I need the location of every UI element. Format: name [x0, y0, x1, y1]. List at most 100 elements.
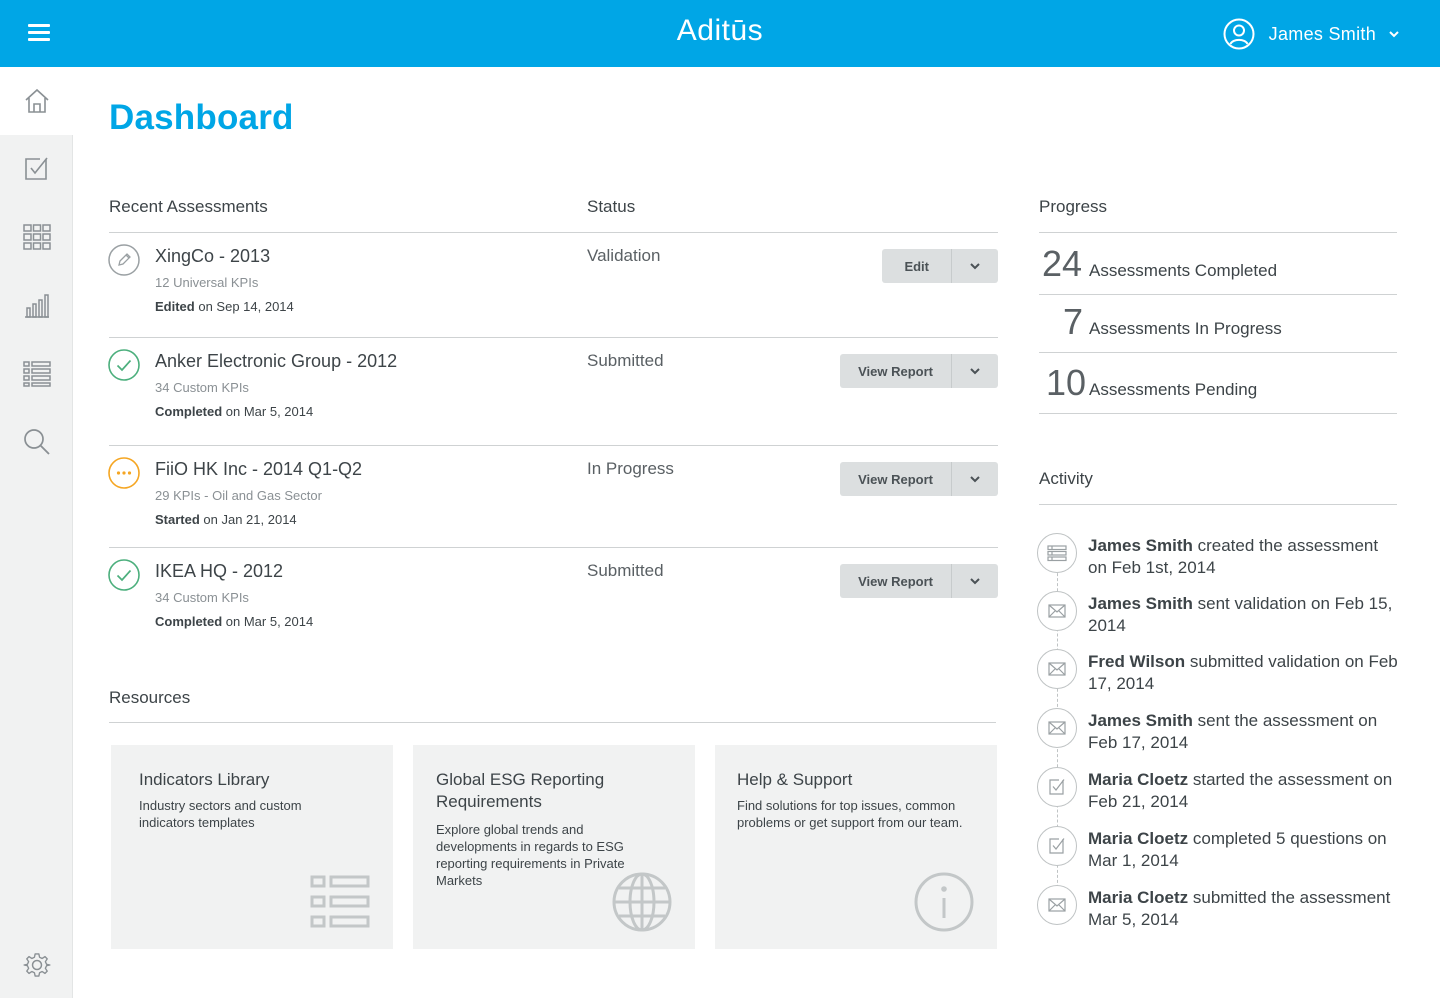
- actions-dropdown-button[interactable]: [952, 564, 998, 598]
- home-icon: [24, 88, 49, 113]
- divider: [109, 232, 998, 233]
- resource-title: Help & Support: [737, 770, 853, 789]
- activity-user[interactable]: Maria Cloetz: [1088, 888, 1188, 907]
- progress-item: 24 Assessments Completed: [1039, 237, 1397, 295]
- assessment-date: Completed on Mar 5, 2014: [155, 614, 313, 629]
- edit-button[interactable]: Edit: [882, 249, 952, 283]
- activity-text: James Smith sent validation on Feb 15, 2…: [1088, 593, 1398, 637]
- activity-user[interactable]: Maria Cloetz: [1088, 829, 1188, 848]
- envelope-icon: [1037, 885, 1077, 925]
- assessment-date: Edited on Sep 14, 2014: [155, 299, 294, 314]
- status-heading: Status: [587, 197, 636, 216]
- pencil-icon: [108, 244, 140, 276]
- activity-text: Maria Cloetz submitted the assessment Ma…: [1088, 887, 1398, 931]
- assessment-name[interactable]: Anker Electronic Group - 2012: [155, 351, 397, 372]
- assessment-kpis: 12 Universal KPIs: [155, 275, 259, 290]
- activity-user[interactable]: Fred Wilson: [1088, 652, 1185, 671]
- divider: [1039, 504, 1397, 505]
- assessment-date: Completed on Mar 5, 2014: [155, 404, 313, 419]
- divider: [109, 722, 996, 723]
- chevron-down-icon: [970, 476, 980, 483]
- user-name: James Smith: [1268, 23, 1376, 44]
- sidebar: [0, 67, 73, 998]
- check-circle-icon: [108, 349, 140, 381]
- actions-dropdown-button[interactable]: [952, 354, 998, 388]
- checkbox-icon: [24, 157, 48, 180]
- chevron-down-icon: [970, 578, 980, 585]
- assessment-row[interactable]: FiiO HK Inc - 2014 Q1-Q2 29 KPIs - Oil a…: [108, 457, 998, 537]
- gear-icon: [22, 953, 51, 977]
- actions-dropdown-button[interactable]: [952, 249, 998, 283]
- action-button-group: View Report: [840, 462, 998, 496]
- sidebar-item-settings[interactable]: [0, 931, 73, 999]
- assessment-kpis: 29 KPIs - Oil and Gas Sector: [155, 488, 322, 503]
- bar-chart-icon: [24, 294, 49, 318]
- sidebar-item-list[interactable]: [0, 339, 73, 407]
- sidebar-item-reports[interactable]: [0, 272, 73, 340]
- activity-heading: Activity: [1039, 469, 1093, 488]
- progress-heading: Progress: [1039, 197, 1108, 216]
- resource-card-indicators-library[interactable]: Indicators Library Industry sectors and …: [111, 745, 393, 949]
- assessment-status: Validation: [587, 246, 661, 265]
- date-value: on Sep 14, 2014: [194, 299, 294, 314]
- activity-user[interactable]: James Smith: [1088, 594, 1193, 613]
- view-report-button[interactable]: View Report: [840, 564, 952, 598]
- info-icon: [914, 872, 974, 932]
- activity-user[interactable]: James Smith: [1088, 536, 1193, 555]
- divider: [109, 337, 998, 338]
- list-icon: [1037, 533, 1077, 573]
- sidebar-item-home[interactable]: [0, 67, 73, 135]
- date-label: Edited: [155, 299, 195, 314]
- resources-heading: Resources: [109, 688, 191, 707]
- resource-description: Find solutions for top issues, common pr…: [737, 798, 963, 830]
- activity-user[interactable]: James Smith: [1088, 711, 1193, 730]
- assessment-kpis: 34 Custom KPIs: [155, 380, 249, 395]
- action-button-group: Edit: [882, 249, 998, 283]
- activity-text: Maria Cloetz started the assessment on F…: [1088, 769, 1398, 813]
- assessment-row[interactable]: XingCo - 2013 12 Universal KPIs Edited o…: [108, 244, 998, 324]
- assessment-name[interactable]: IKEA HQ - 2012: [155, 561, 283, 582]
- checkbox-icon: [1037, 767, 1077, 807]
- progress-count: 24: [1042, 243, 1083, 284]
- progress-count: 10: [1046, 362, 1087, 403]
- date-value: on Mar 5, 2014: [222, 614, 314, 629]
- progress-label: Assessments In Progress: [1089, 319, 1282, 338]
- resource-title: Indicators Library: [139, 770, 270, 789]
- progress-item: 7 Assessments In Progress: [1039, 295, 1397, 353]
- divider: [1039, 232, 1397, 233]
- activity-user[interactable]: Maria Cloetz: [1088, 770, 1188, 789]
- list-icon: [22, 361, 51, 387]
- assessment-name[interactable]: XingCo - 2013: [155, 246, 270, 267]
- assessment-status: Submitted: [587, 351, 664, 370]
- sidebar-item-library[interactable]: [0, 203, 73, 271]
- resource-description: Industry sectors and custom indicators t…: [139, 798, 302, 830]
- activity-text: James Smith sent the assessment on Feb 1…: [1088, 710, 1398, 754]
- chevron-down-icon: [1389, 31, 1399, 38]
- envelope-icon: [1037, 591, 1077, 631]
- envelope-icon: [1037, 708, 1077, 748]
- assessment-row[interactable]: Anker Electronic Group - 2012 34 Custom …: [108, 349, 998, 434]
- assessment-name[interactable]: FiiO HK Inc - 2014 Q1-Q2: [155, 459, 362, 480]
- resource-card-help-support[interactable]: Help & Support Find solutions for top is…: [715, 745, 997, 949]
- assessment-kpis: 34 Custom KPIs: [155, 590, 249, 605]
- user-menu[interactable]: James Smith: [1223, 18, 1400, 50]
- view-report-button[interactable]: View Report: [840, 462, 952, 496]
- progress-label: Assessments Pending: [1089, 380, 1258, 399]
- assessment-status: In Progress: [587, 459, 674, 478]
- progress-item: 10 Assessments Pending: [1039, 353, 1397, 414]
- view-report-button[interactable]: View Report: [840, 354, 952, 388]
- assessment-row[interactable]: IKEA HQ - 2012 34 Custom KPIs Completed …: [108, 559, 998, 639]
- divider: [109, 547, 998, 548]
- action-button-group: View Report: [840, 564, 998, 598]
- resource-card-global-esg[interactable]: Global ESG Reporting Requirements Explor…: [413, 745, 695, 949]
- ellipsis-circle-icon: [108, 457, 140, 489]
- action-button-group: View Report: [840, 354, 998, 388]
- date-value: on Mar 5, 2014: [222, 404, 314, 419]
- sidebar-item-search[interactable]: [0, 408, 73, 476]
- checkbox-icon: [1037, 826, 1077, 866]
- top-bar: Aditūs James Smith: [0, 0, 1440, 67]
- resource-title: Global ESG Reporting Requirements: [436, 770, 605, 811]
- sidebar-item-assessments[interactable]: [0, 135, 73, 203]
- actions-dropdown-button[interactable]: [952, 462, 998, 496]
- search-icon: [23, 429, 50, 455]
